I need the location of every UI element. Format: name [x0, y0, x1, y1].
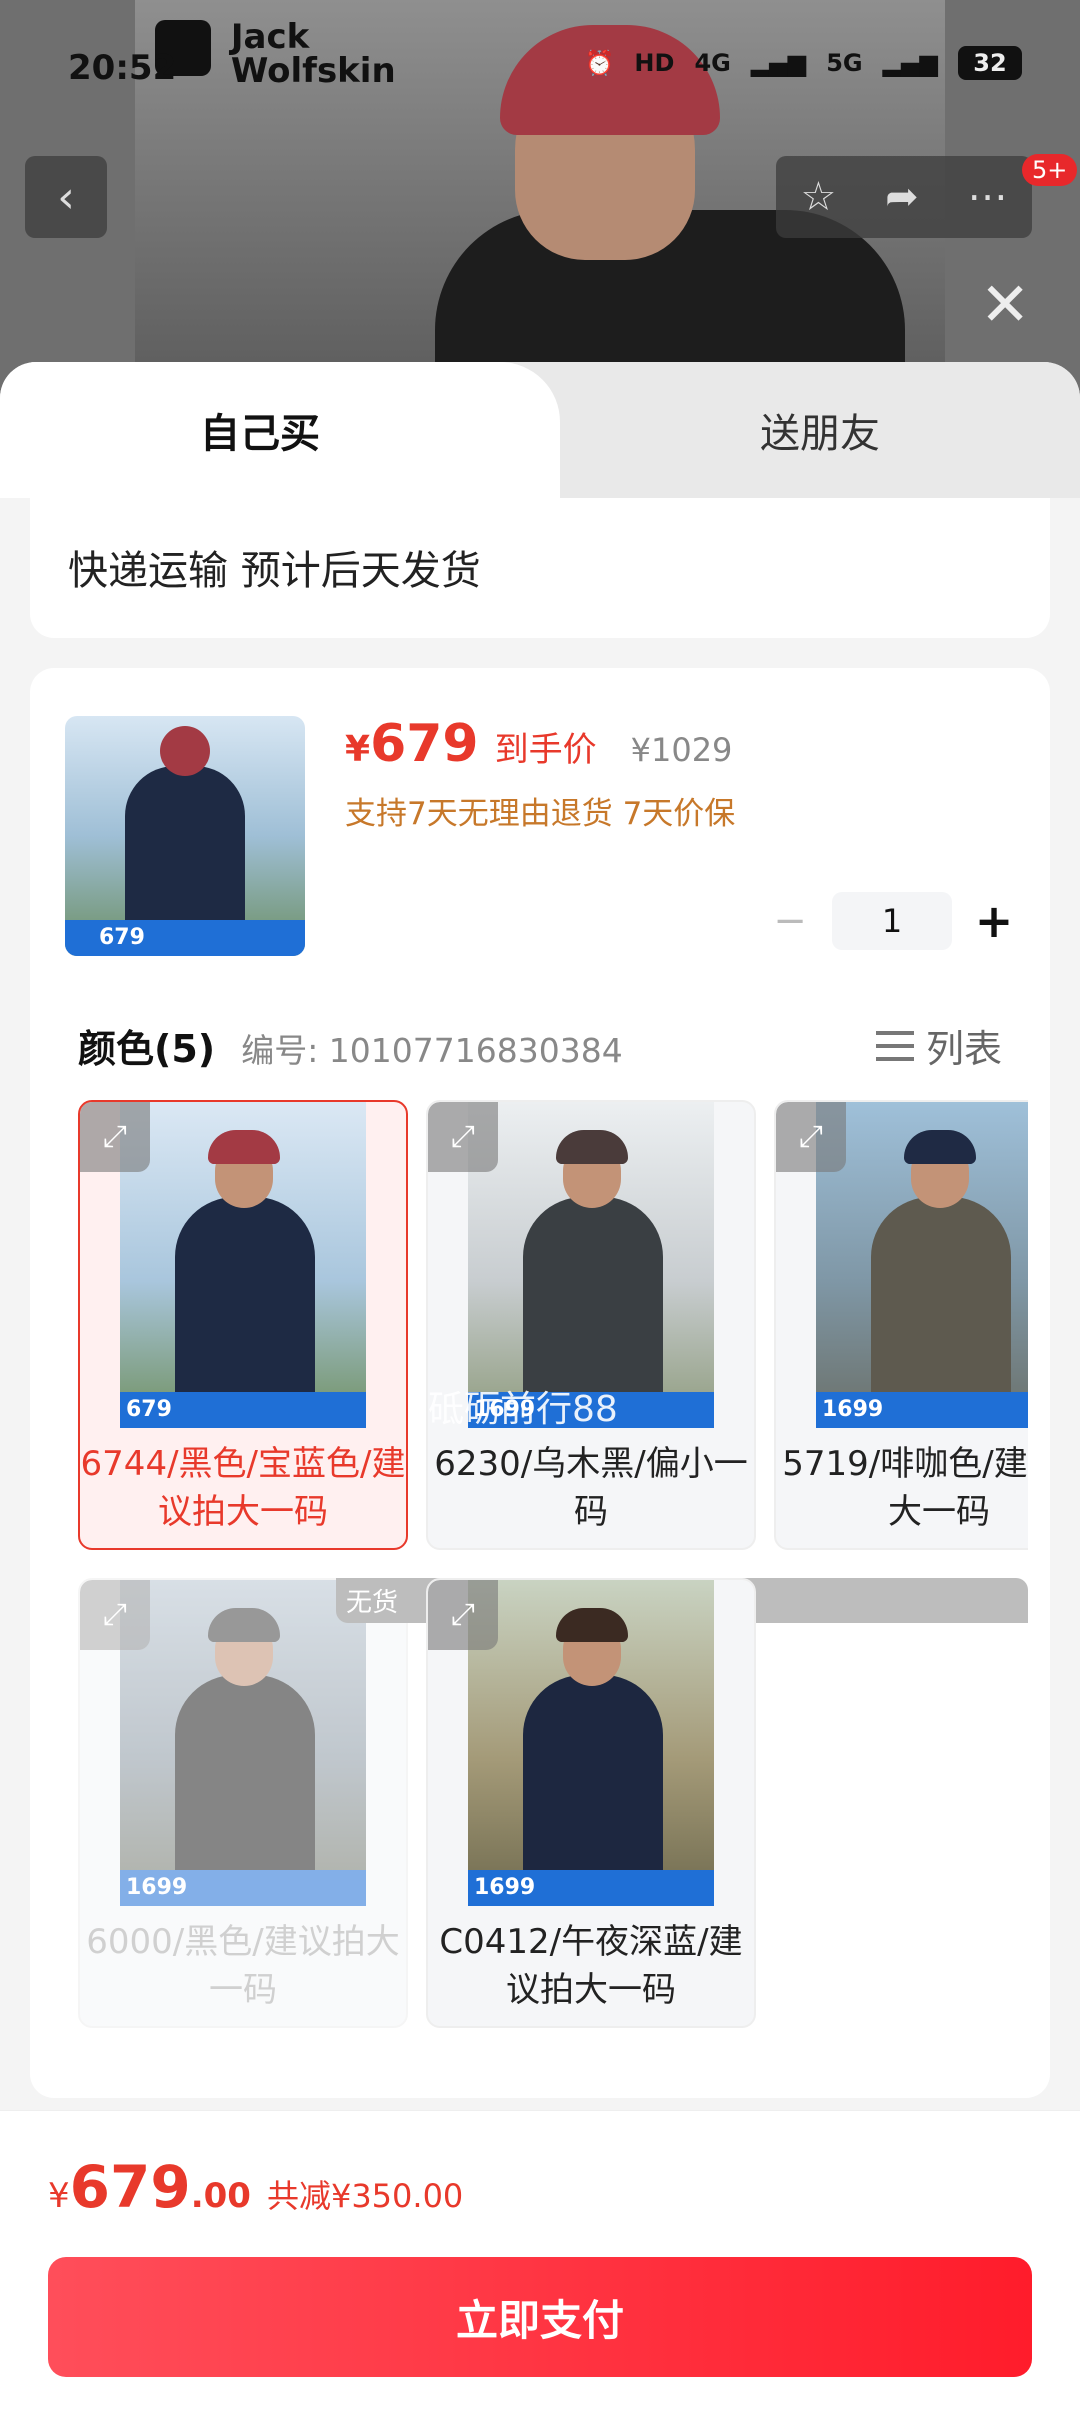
color-option[interactable]: 1699 ⤢ 6230/乌木黑/偏小一码 [426, 1100, 756, 1550]
option-price-tag: 679 [120, 1392, 366, 1428]
shipping-text: 快递运输 预计后天发货 [68, 548, 481, 594]
option-hat [556, 1130, 628, 1164]
currency-symbol: ¥ [345, 729, 371, 770]
chevron-left-icon: ‹ [57, 171, 75, 223]
status-time: 20:52 [68, 48, 177, 88]
status-icons: ⏰ HD 4G ▂▄▆ 5G ▂▄▆ 32 [585, 46, 1022, 80]
brand-logo: Jack Wolfskin [155, 20, 396, 88]
promo-text: 支持7天无理由退货 7天价保 [345, 796, 736, 832]
color-title: 颜色(5) [78, 1027, 216, 1071]
color-option[interactable]: 1699 ⤢ 6000/黑色/建议拍大一码 [78, 1578, 408, 2028]
alarm-icon: ⏰ [584, 49, 615, 77]
list-icon [875, 1027, 914, 1065]
thumb-price-tag: 679 [65, 920, 305, 956]
purchase-tabs: 送朋友 自己买 [0, 362, 1080, 498]
more-icon[interactable]: ⋯ [968, 174, 1008, 220]
minus-icon[interactable]: − [770, 898, 810, 944]
total-saving: 共减¥350.00 [266, 2177, 464, 2215]
option-price-tag: 1699 [468, 1870, 714, 1906]
expand-icon[interactable]: ⤢ [80, 1102, 150, 1172]
price-row: ¥679 到手价 ¥1029 [345, 714, 732, 774]
expand-icon[interactable]: ⤢ [80, 1580, 150, 1650]
signal-icon: ▂▄▆ [750, 49, 807, 77]
notification-badge: 5+ [1022, 154, 1078, 186]
option-coat [523, 1675, 663, 1885]
color-option[interactable]: 679 ⤢ 6744/黑色/宝蓝色/建议拍大一码 [78, 1100, 408, 1550]
total-integer: 679 [69, 2153, 191, 2221]
thumb-jacket [125, 766, 245, 936]
color-option[interactable]: 1699 ⤢ C0412/午夜深蓝/建议拍大一码 [426, 1578, 756, 2028]
thumb-cap [160, 726, 210, 776]
model-cap [500, 25, 720, 135]
total-decimal: .00 [190, 2176, 251, 2216]
close-icon[interactable]: ✕ [980, 270, 1030, 340]
back-button[interactable]: ‹ [25, 156, 107, 238]
signal-icon-2: ▂▄▆ [882, 49, 938, 77]
option-image: 679 [120, 1102, 366, 1428]
expand-icon[interactable]: ⤢ [776, 1102, 846, 1172]
option-coat [175, 1675, 315, 1885]
option-image: 1699 [816, 1102, 1028, 1428]
favorite-star-icon[interactable]: ☆ [800, 174, 836, 220]
share-icon[interactable]: ➦ [885, 174, 919, 220]
option-name: 6000/黑色/建议拍大一码 [86, 1922, 400, 2010]
product-thumbnail[interactable]: 679 [65, 716, 305, 956]
action-group: ☆ ➦ ⋯ [776, 156, 1032, 238]
plus-icon[interactable]: + [974, 894, 1014, 948]
tab-send-friend[interactable]: 送朋友 [560, 362, 1080, 498]
color-header: 颜色(5) 编号: 10107716830384 [78, 1018, 623, 1073]
option-price-tag: 1699 [120, 1870, 366, 1906]
quantity-stepper: − 1 + [770, 892, 1014, 950]
option-name: 6230/乌木黑/偏小一码 [434, 1444, 748, 1532]
option-coat [523, 1197, 663, 1407]
battery-icon: 32 [958, 46, 1022, 80]
option-price-tag: 1699 [816, 1392, 1028, 1428]
sku-number: 编号: 10107716830384 [241, 1031, 623, 1070]
option-name: 5719/啡咖色/建议拍大一码 [782, 1444, 1028, 1532]
purchase-sheet: 送朋友 自己买 快递运输 预计后天发货 679 ¥679 到手价 ¥1029 支… [0, 362, 1080, 2412]
signal-4g-label: 4G [694, 49, 731, 77]
watermark-text: 砥砺前行88 [428, 1389, 618, 1430]
option-name: C0412/午夜深蓝/建议拍大一码 [439, 1922, 743, 2010]
total-price: ¥ 679 .00 共减¥350.00 [48, 2153, 463, 2221]
brand-line-2: Wolfskin [230, 51, 396, 91]
final-price: ¥679 [345, 714, 479, 774]
option-hat [904, 1130, 976, 1164]
product-card: 679 ¥679 到手价 ¥1029 支持7天无理由退货 7天价保 − 1 + … [30, 668, 1050, 2098]
option-hat [208, 1130, 280, 1164]
color-options-grid: 679 ⤢ 6744/黑色/宝蓝色/建议拍大一码 1699 ⤢ 6230/乌木黑… [78, 1100, 1028, 2040]
quantity-input[interactable]: 1 [832, 892, 952, 950]
price-value: 679 [370, 714, 479, 774]
option-name: 6744/黑色/宝蓝色/建议拍大一码 [80, 1444, 406, 1532]
signal-5g-label: 5G [826, 49, 863, 77]
expand-icon[interactable]: ⤢ [428, 1102, 498, 1172]
list-label: 列表 [925, 1027, 1002, 1071]
price-label: 到手价 [494, 730, 597, 770]
pay-now-button[interactable]: 立即支付 [48, 2257, 1032, 2377]
total-currency: ¥ [48, 2176, 70, 2216]
expand-icon[interactable]: ⤢ [428, 1580, 498, 1650]
option-coat [175, 1197, 315, 1407]
option-image: 1699 [120, 1580, 366, 1906]
list-view-toggle[interactable]: 列表 [875, 1018, 1002, 1073]
tab-buy-self[interactable]: 自己买 [0, 362, 560, 498]
shipping-card: 快递运输 预计后天发货 [30, 498, 1050, 638]
option-image: 1699 [468, 1580, 714, 1906]
color-option[interactable]: 1699 ⤢ 5719/啡咖色/建议拍大一码 [774, 1100, 1028, 1550]
option-hat [208, 1608, 280, 1642]
checkout-bar: ¥ 679 .00 共减¥350.00 立即支付 [0, 2110, 1080, 2413]
hd-label: HD [634, 49, 675, 77]
option-coat [871, 1197, 1011, 1407]
original-price: ¥1029 [630, 731, 733, 769]
option-hat [556, 1608, 628, 1642]
